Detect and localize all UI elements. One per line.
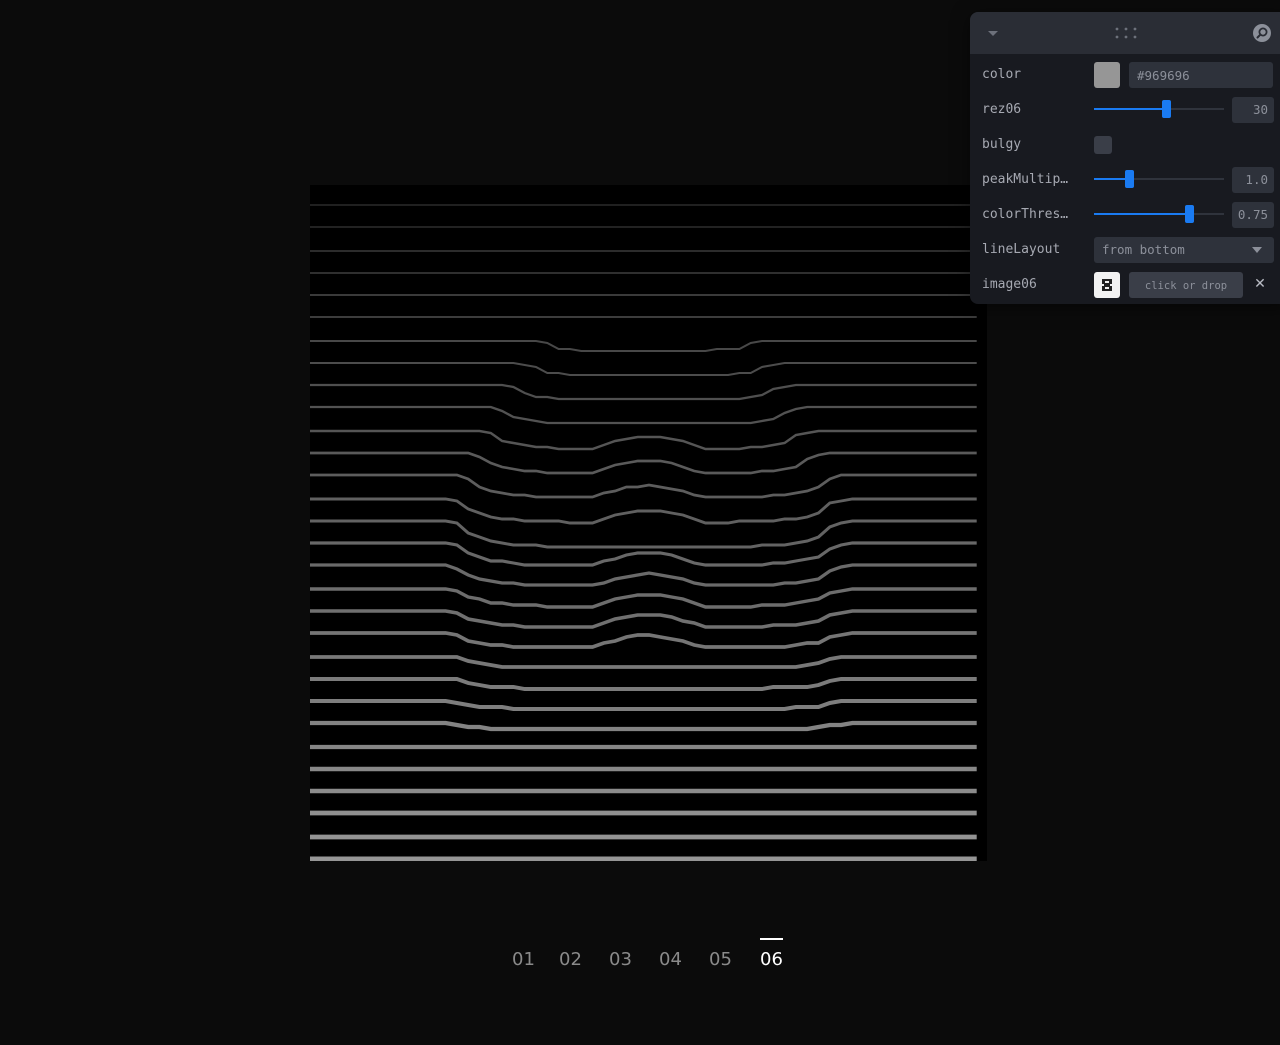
control-panel: color rez06 30 bulgy peakMultip… 1.0 col… xyxy=(970,12,1280,304)
color-row: color xyxy=(970,57,1280,92)
panel-header[interactable] xyxy=(970,12,1280,54)
color-threshold-label: colorThres… xyxy=(982,207,1069,222)
slider-fill xyxy=(1094,108,1166,110)
page-link-05[interactable]: 05 xyxy=(709,948,732,972)
page-link-06[interactable]: 06 xyxy=(760,938,783,972)
art-line xyxy=(310,587,977,609)
art-line xyxy=(310,340,977,352)
search-icon[interactable] xyxy=(1252,23,1272,43)
rez06-row: rez06 30 xyxy=(970,92,1280,127)
image-drop-zone[interactable]: click or drop xyxy=(1129,272,1243,298)
chevron-down-icon xyxy=(1252,247,1262,253)
art-line xyxy=(310,405,977,425)
art-line xyxy=(310,563,977,587)
rez06-label: rez06 xyxy=(982,102,1022,117)
bulgy-row: bulgy xyxy=(970,127,1280,162)
art-line xyxy=(310,720,977,732)
line-layout-select[interactable]: from bottom xyxy=(1094,237,1274,263)
rez06-value[interactable]: 30 xyxy=(1232,97,1274,123)
slider-knob[interactable] xyxy=(1184,205,1194,223)
rez06-slider[interactable] xyxy=(1094,92,1224,127)
bulgy-checkbox[interactable] xyxy=(1094,136,1112,154)
drag-handle-icon[interactable] xyxy=(1114,26,1142,40)
color-threshold-slider[interactable] xyxy=(1094,197,1224,232)
line-layout-row: lineLayout from bottom xyxy=(970,232,1280,267)
color-threshold-row: colorThres… 0.75 xyxy=(970,197,1280,232)
active-indicator xyxy=(760,938,783,940)
line-layout-label: lineLayout xyxy=(982,242,1061,257)
peak-multiplier-slider[interactable] xyxy=(1094,162,1224,197)
color-swatch[interactable] xyxy=(1094,62,1120,88)
image06-label: image06 xyxy=(982,277,1037,292)
art-line xyxy=(310,609,977,629)
peak-multiplier-value[interactable]: 1.0 xyxy=(1232,167,1274,193)
art-line xyxy=(310,473,977,499)
art-line xyxy=(310,631,977,649)
art-line xyxy=(310,383,977,401)
peak-multiplier-row: peakMultip… 1.0 xyxy=(970,162,1280,197)
page-link-04[interactable]: 04 xyxy=(659,948,682,972)
line-layout-selected: from bottom xyxy=(1102,242,1185,257)
color-label: color xyxy=(982,67,1022,82)
color-threshold-value[interactable]: 0.75 xyxy=(1232,202,1274,228)
page-nav: 01 02 03 04 05 06 xyxy=(0,938,1280,974)
art-line xyxy=(310,677,977,691)
art-line xyxy=(310,698,977,712)
page-link-02[interactable]: 02 xyxy=(559,948,582,972)
image-thumbnail xyxy=(1094,272,1120,298)
page-link-01[interactable]: 01 xyxy=(512,948,535,972)
chevron-down-icon[interactable] xyxy=(986,26,1000,40)
art-line xyxy=(310,497,977,525)
page-link-03[interactable]: 03 xyxy=(609,948,632,972)
slider-fill xyxy=(1094,213,1189,215)
slider-knob[interactable] xyxy=(1161,100,1171,118)
art-line xyxy=(310,361,977,377)
line-art xyxy=(310,204,977,861)
peak-multiplier-label: peakMultip… xyxy=(982,172,1069,187)
bulgy-label: bulgy xyxy=(982,137,1022,152)
image-preview-icon xyxy=(1102,279,1112,291)
slider-fill xyxy=(1094,178,1130,180)
art-line xyxy=(310,655,977,669)
image06-row: image06 click or drop ✕ xyxy=(970,267,1280,302)
art-line xyxy=(310,429,977,451)
color-hex-input[interactable] xyxy=(1129,62,1273,88)
clear-image-button[interactable]: ✕ xyxy=(1253,276,1267,292)
art-line xyxy=(310,451,977,475)
art-canvas xyxy=(310,185,987,861)
slider-knob[interactable] xyxy=(1125,170,1135,188)
